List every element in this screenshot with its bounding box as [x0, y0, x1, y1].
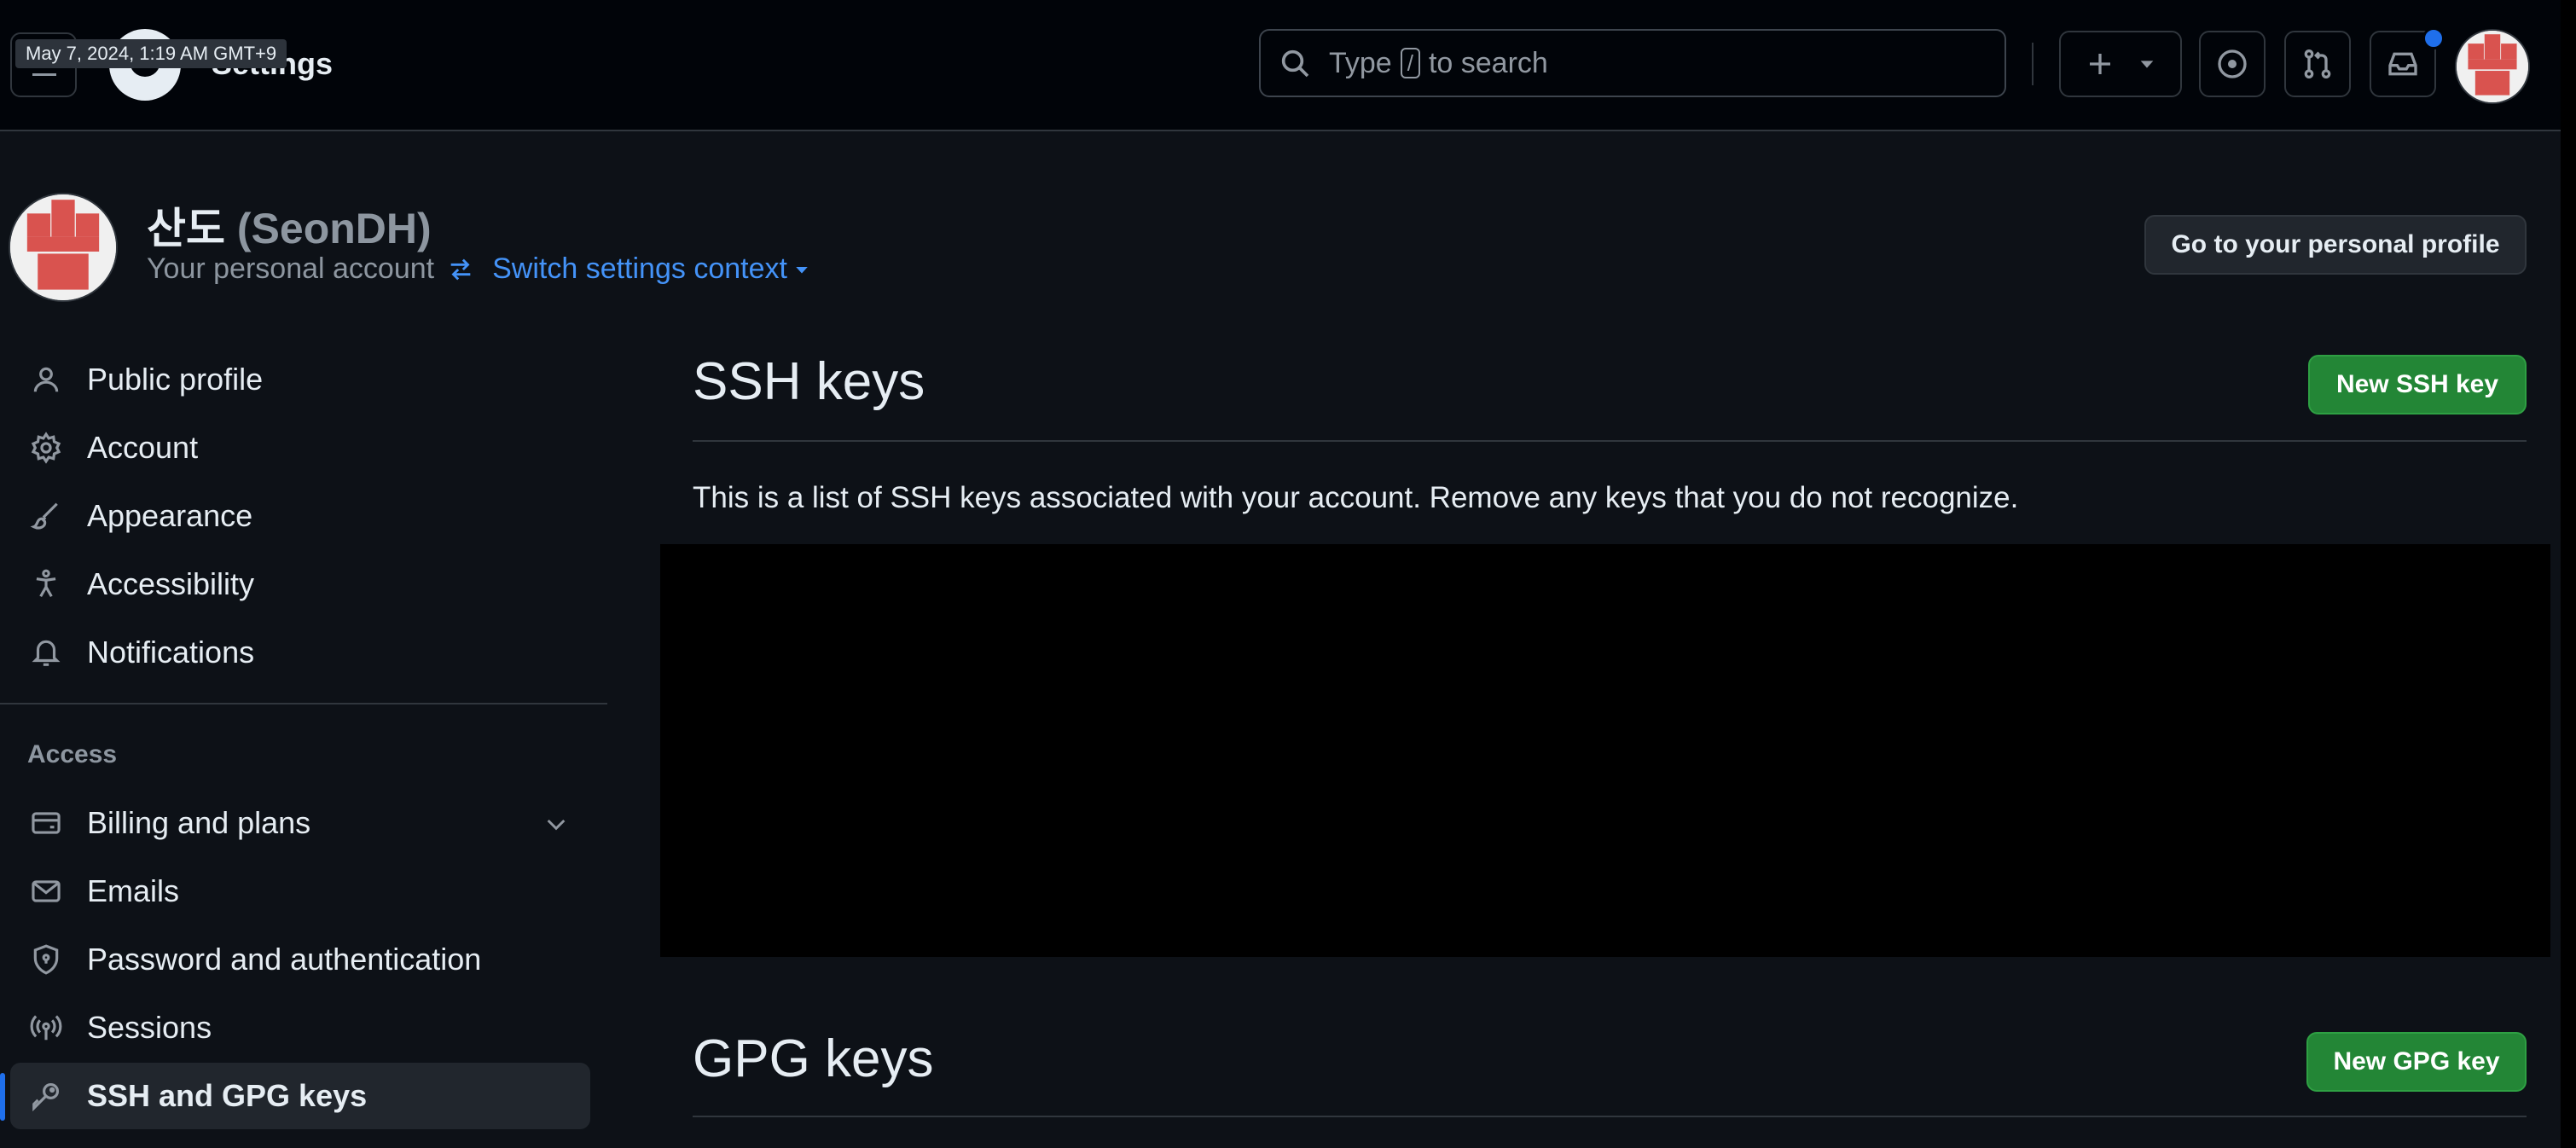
window-edge — [2561, 0, 2576, 1148]
search-prefix: Type — [1329, 46, 1392, 79]
sidebar-item-password-authentication[interactable]: Password and authentication — [10, 926, 590, 993]
sidebar-item-emails[interactable]: Emails — [10, 858, 590, 925]
chevron-down-icon[interactable] — [542, 810, 570, 838]
sidebar-item-appearance[interactable]: Appearance — [10, 483, 590, 549]
go-to-profile-button[interactable]: Go to your personal profile — [2144, 215, 2527, 275]
broadcast-icon — [27, 1009, 65, 1047]
identicon-icon — [10, 194, 116, 300]
shield-lock-icon — [27, 941, 65, 978]
user-login: (SeonDH) — [236, 205, 432, 252]
git-pull-request-icon — [2304, 49, 2331, 78]
sidebar-item-billing[interactable]: Billing and plans — [10, 790, 590, 856]
user-name: 산도 — [147, 205, 225, 252]
issues-button[interactable] — [2199, 31, 2266, 97]
sidebar-item-label: Billing and plans — [87, 805, 311, 840]
sidebar-item-label: Sessions — [87, 1010, 212, 1045]
sidebar-item-label: Public profile — [87, 362, 264, 397]
mail-icon — [27, 873, 65, 910]
notification-indicator — [2422, 27, 2445, 49]
header-divider — [2032, 43, 2034, 85]
account-label: Your personal account — [147, 252, 435, 285]
bell-icon — [27, 634, 65, 671]
pull-requests-button[interactable] — [2284, 31, 2351, 97]
arrow-switch-icon — [450, 258, 471, 280]
redacted-ssh-keys-list — [660, 544, 2550, 957]
search-suffix: to search — [1428, 46, 1548, 79]
sidebar-item-account[interactable]: Account — [10, 415, 590, 481]
identicon-icon — [2457, 31, 2528, 102]
account-context: Your personal account Switch settings co… — [147, 252, 827, 286]
plus-icon — [2090, 54, 2110, 74]
key-icon — [27, 1077, 65, 1115]
sidebar-item-label: Appearance — [87, 498, 253, 533]
active-indicator — [0, 1073, 5, 1121]
ssh-section-divider — [693, 440, 2527, 442]
sidebar-divider — [0, 703, 607, 704]
ssh-keys-title: SSH keys — [693, 352, 925, 411]
sidebar-item-label: Accessibility — [87, 566, 255, 601]
gear-icon — [27, 429, 65, 467]
sidebar-heading-access: Access — [27, 740, 118, 768]
sidebar-item-public-profile[interactable]: Public profile — [10, 346, 590, 413]
inbox-icon — [2388, 52, 2417, 76]
search-shortcut-key: / — [1400, 48, 1420, 78]
switch-settings-label: Switch settings context — [492, 252, 787, 285]
sidebar-item-accessibility[interactable]: Accessibility — [10, 551, 590, 617]
timestamp-tooltip: May 7, 2024, 1:19 AM GMT+9 — [15, 39, 287, 68]
avatar[interactable] — [2455, 29, 2530, 104]
search-input[interactable]: Type / to search — [1259, 29, 2006, 97]
global-header: Settings May 7, 2024, 1:19 AM GMT+9 Type… — [0, 0, 2561, 131]
gpg-section-divider — [693, 1116, 2527, 1117]
sidebar-item-label: Notifications — [87, 635, 255, 670]
search-icon — [1281, 49, 1309, 78]
sidebar-item-ssh-gpg-keys[interactable]: SSH and GPG keys — [10, 1063, 590, 1129]
sidebar-item-label: SSH and GPG keys — [87, 1078, 368, 1113]
sidebar-item-notifications[interactable]: Notifications — [10, 619, 590, 686]
create-new-button[interactable] — [2059, 31, 2182, 97]
new-ssh-key-button[interactable]: New SSH key — [2308, 355, 2527, 415]
person-icon — [27, 361, 65, 398]
credit-card-icon — [27, 804, 65, 842]
issue-opened-icon — [2218, 49, 2247, 78]
accessibility-icon — [27, 565, 65, 603]
profile-avatar — [9, 193, 118, 302]
new-gpg-key-button[interactable]: New GPG key — [2306, 1032, 2527, 1092]
gpg-keys-title: GPG keys — [693, 1029, 934, 1088]
caret-down-icon — [2140, 61, 2154, 68]
sidebar-item-label: Emails — [87, 873, 180, 908]
user-display-name: 산도 (SeonDH) — [147, 194, 432, 256]
switch-settings-context-link[interactable]: Switch settings context — [446, 252, 827, 286]
sidebar-item-label: Account — [87, 430, 199, 465]
sidebar-item-sessions[interactable]: Sessions — [10, 994, 590, 1061]
paintbrush-icon — [27, 497, 65, 535]
ssh-keys-description: This is a list of SSH keys associated wi… — [693, 481, 2019, 514]
caret-down-icon — [796, 266, 808, 273]
sidebar-item-label: Password and authentication — [87, 942, 482, 977]
